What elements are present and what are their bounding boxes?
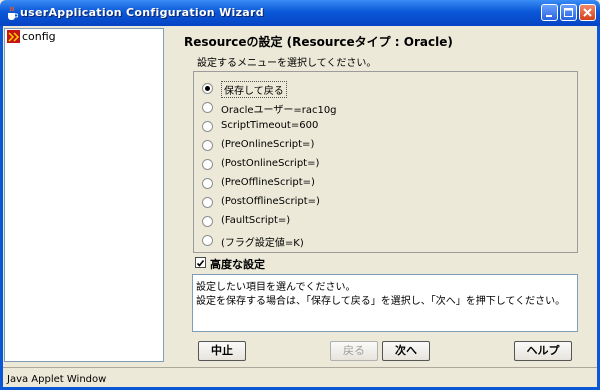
radio-button[interactable] (202, 159, 213, 170)
help-line: 設定したい項目を選んでください。 (196, 282, 356, 293)
radio-button[interactable] (202, 121, 213, 132)
status-text: Java Applet Window (7, 374, 107, 385)
radio-button[interactable] (202, 102, 213, 113)
help-line: 設定を保存する場合は、「保存して戻る」を選択し、「次へ」を押下してください。 (196, 296, 566, 307)
option-label: (PreOnlineScript=) (221, 139, 315, 150)
abort-button[interactable]: 中止 (198, 341, 246, 361)
java-cup-icon (6, 6, 19, 20)
back-button[interactable]: 戻る (330, 341, 378, 361)
help-text-area: 設定したい項目を選んでください。 設定を保存する場合は、「保存して戻る」を選択し… (192, 274, 578, 332)
option-label: (フラグ設定値=K) (221, 238, 304, 249)
radio-button[interactable] (202, 216, 213, 227)
close-button[interactable] (579, 4, 596, 21)
option-label: ScriptTimeout=600 (221, 120, 319, 131)
help-button[interactable]: ヘルプ (514, 341, 572, 361)
radio-button[interactable] (202, 83, 213, 94)
option-label: (PreOfflineScript=) (221, 177, 315, 188)
maximize-button[interactable] (560, 4, 577, 21)
advanced-settings-checkbox[interactable] (195, 257, 206, 268)
config-node-icon (7, 30, 20, 43)
title-bar[interactable]: userApplication Configuration Wizard (0, 0, 600, 26)
config-tree[interactable]: config (4, 28, 164, 362)
checkmark-icon (196, 260, 205, 267)
status-bar: Java Applet Window (3, 367, 597, 387)
advanced-settings-label[interactable]: 高度な設定 (210, 256, 265, 272)
wizard-window: userApplication Configuration Wizard con… (0, 0, 600, 390)
radio-button[interactable] (202, 197, 213, 208)
window-title: userApplication Configuration Wizard (20, 6, 264, 19)
radio-button[interactable] (202, 235, 213, 246)
option-label: (PostOfflineScript=) (221, 196, 320, 207)
radio-button[interactable] (202, 178, 213, 189)
option-label: 保存して戻る (221, 81, 287, 98)
radio-button[interactable] (202, 140, 213, 151)
page-title: Resourceの設定 (Resourceタイプ : Oracle) (184, 35, 453, 49)
menu-options-group: 保存して戻る Oracleユーザー=rac10g ScriptTimeout=6… (193, 71, 578, 253)
minimize-button[interactable] (541, 4, 558, 21)
next-button[interactable]: 次へ (382, 341, 430, 361)
option-label: (FaultScript=) (221, 215, 291, 226)
option-label: Oracleユーザー=rac10g (221, 105, 337, 116)
tree-item-label: config (22, 30, 56, 43)
option-label: (PostOnlineScript=) (221, 158, 320, 169)
page-subtitle: 設定するメニューを選択してください。 (197, 58, 377, 69)
panel-splitter[interactable] (166, 28, 171, 362)
